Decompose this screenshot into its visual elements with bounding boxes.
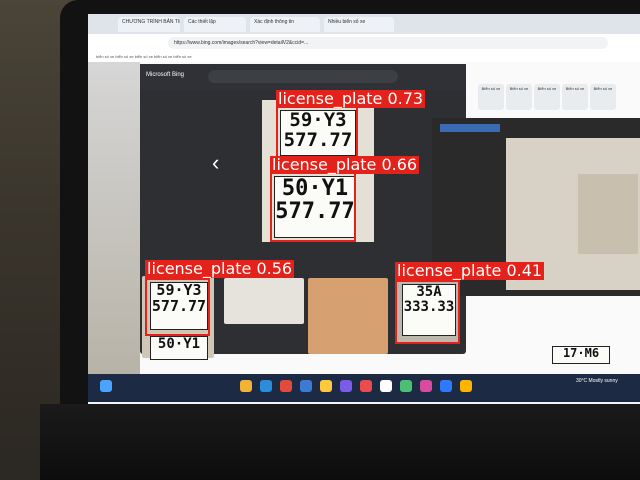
detection-box — [395, 280, 460, 344]
detection-label: license_plate 0.73 — [276, 89, 426, 108]
chrome-icon[interactable] — [280, 380, 292, 392]
folder-icon[interactable] — [320, 380, 332, 392]
taskbar-weather: 30°C Mostly sunny — [576, 378, 618, 384]
bookmarks-bar: biển số xe biển số xe biển số xe biển số… — [88, 52, 640, 62]
app-icon[interactable] — [360, 380, 372, 392]
app-icon[interactable] — [400, 380, 412, 392]
ribbon-item[interactable]: Biển số xe — [534, 84, 560, 110]
app-icon[interactable] — [340, 380, 352, 392]
plate-thumb1-below: 50·Y1 — [150, 336, 208, 360]
bing-logo: Microsoft Bing — [146, 72, 185, 78]
browser-tab-bar: CHƯƠNG TRÌNH BẢN TIN Các thiết lập Xác đ… — [88, 14, 640, 34]
detection-label: license_plate 0.41 — [395, 261, 545, 280]
detection-label: license_plate 0.56 — [145, 259, 295, 278]
browser-tab[interactable]: Các thiết lập — [184, 17, 246, 32]
explorer-icon[interactable] — [240, 380, 252, 392]
address-bar: https://www.bing.com/images/search?view=… — [88, 34, 640, 53]
thumbnail[interactable] — [308, 278, 388, 354]
detection-box — [270, 172, 356, 242]
nested-plates — [578, 174, 638, 254]
browser-tab[interactable]: Nhiều biển số xe — [324, 17, 394, 32]
ribbon-item[interactable]: Biển số xe — [562, 84, 588, 110]
window-title — [440, 124, 500, 132]
plate-bottom-strip: 17·M6 — [552, 346, 610, 364]
app-icon[interactable] — [420, 380, 432, 392]
start-icon[interactable] — [100, 380, 112, 392]
ribbon-item[interactable]: Biển số xe — [478, 84, 504, 110]
app-icon[interactable] — [440, 380, 452, 392]
left-page-strip — [88, 62, 140, 382]
app-icon[interactable] — [380, 380, 392, 392]
viewer-search-input[interactable] — [208, 70, 398, 83]
vscode-icon[interactable] — [300, 380, 312, 392]
edge-icon[interactable] — [260, 380, 272, 392]
ribbon-item[interactable]: Biển số xe — [590, 84, 616, 110]
laptop-base — [40, 404, 640, 480]
thumbnail[interactable] — [224, 278, 304, 324]
previous-image-button[interactable]: ‹ — [212, 150, 219, 176]
browser-tab[interactable]: CHƯƠNG TRÌNH BẢN TIN — [118, 17, 180, 32]
app-icon[interactable] — [460, 380, 472, 392]
detection-box — [276, 106, 358, 162]
ribbon-item[interactable]: Biển số xe — [506, 84, 532, 110]
url-field[interactable]: https://www.bing.com/images/search?view=… — [168, 37, 608, 49]
detection-box — [145, 278, 210, 336]
detection-label: license_plate 0.66 — [270, 155, 420, 174]
browser-tab[interactable]: Xác định thông tin — [250, 17, 320, 32]
